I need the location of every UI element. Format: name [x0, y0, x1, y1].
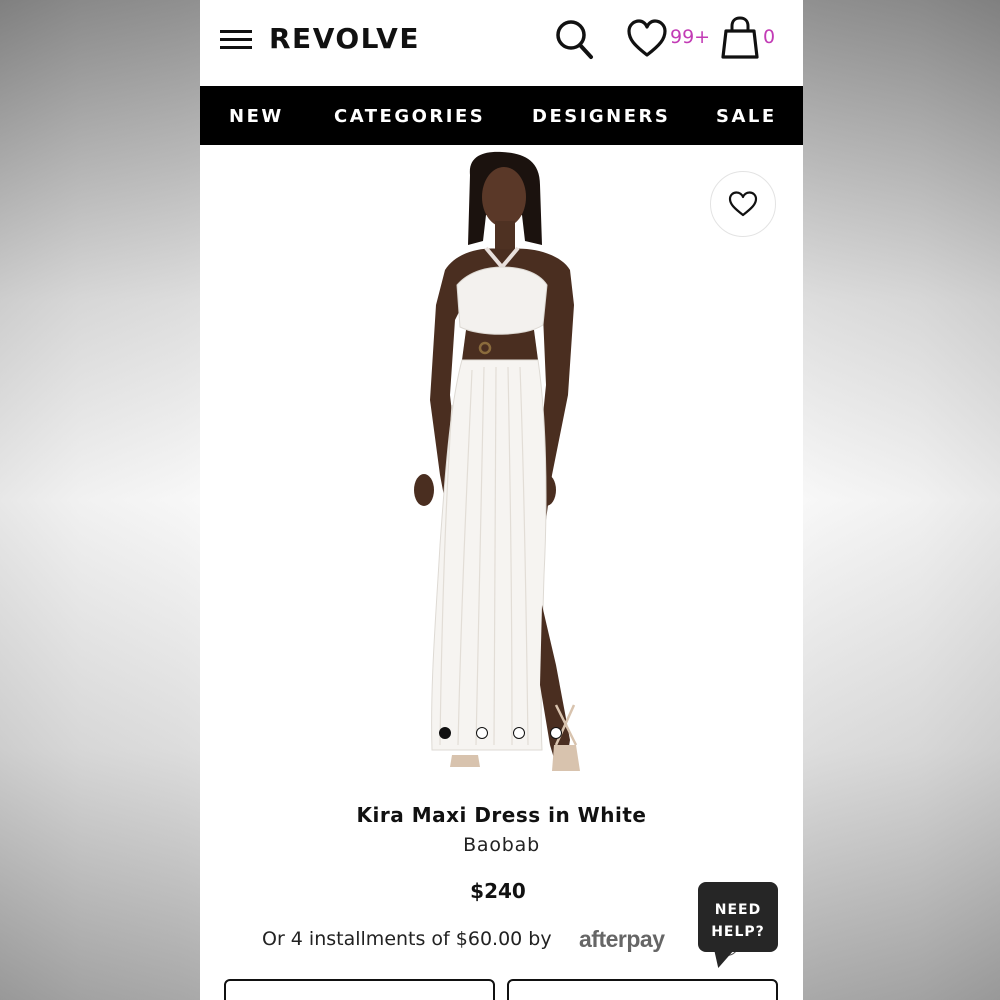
- background-right: [802, 0, 1000, 1000]
- bag-count: 0: [763, 26, 776, 48]
- site-header: REVOLVE 99+ 0: [200, 0, 803, 86]
- wishlist-count: 99+: [670, 26, 711, 48]
- nav-item-sale[interactable]: SALE: [716, 106, 777, 127]
- product-photo: [414, 151, 580, 771]
- background-left: [0, 0, 200, 1000]
- phone-screen: REVOLVE 99+ 0 NEW CATEGORIES DESIGNERS S…: [200, 0, 803, 1000]
- gallery-dot[interactable]: [550, 727, 562, 739]
- bag-icon[interactable]: [720, 16, 760, 60]
- product-brand[interactable]: Baobab: [200, 834, 803, 856]
- nav-item-designers[interactable]: DESIGNERS: [532, 106, 670, 127]
- help-line-2: HELP?: [711, 924, 765, 940]
- option-select-button[interactable]: [507, 979, 778, 1000]
- site-logo[interactable]: REVOLVE: [269, 22, 420, 55]
- product-image-gallery[interactable]: [200, 145, 803, 793]
- gallery-pagination: [200, 727, 803, 741]
- gallery-dot[interactable]: [439, 727, 451, 739]
- gallery-dot[interactable]: [476, 727, 488, 739]
- installments-text: Or 4 installments of $60.00 by: [262, 928, 552, 950]
- product-title: Kira Maxi Dress in White: [356, 803, 647, 827]
- size-select-button[interactable]: [224, 979, 495, 1000]
- menu-icon[interactable]: [220, 30, 252, 52]
- afterpay-label: afterpay: [579, 926, 665, 952]
- search-icon[interactable]: [554, 18, 594, 60]
- help-line-1: NEED: [714, 902, 762, 918]
- gallery-dot[interactable]: [513, 727, 525, 739]
- afterpay-logo[interactable]: afterpay: [579, 926, 665, 953]
- need-help-button[interactable]: NEED HELP?: [698, 882, 778, 952]
- heart-icon: [728, 191, 758, 217]
- nav-item-categories[interactable]: CATEGORIES: [334, 106, 485, 127]
- help-bubble-tail: [710, 948, 736, 968]
- category-nav: NEW CATEGORIES DESIGNERS SALE: [200, 86, 803, 145]
- wishlist-heart-icon[interactable]: [626, 19, 668, 59]
- add-to-wishlist-button[interactable]: [710, 171, 776, 237]
- nav-item-new[interactable]: NEW: [229, 106, 284, 127]
